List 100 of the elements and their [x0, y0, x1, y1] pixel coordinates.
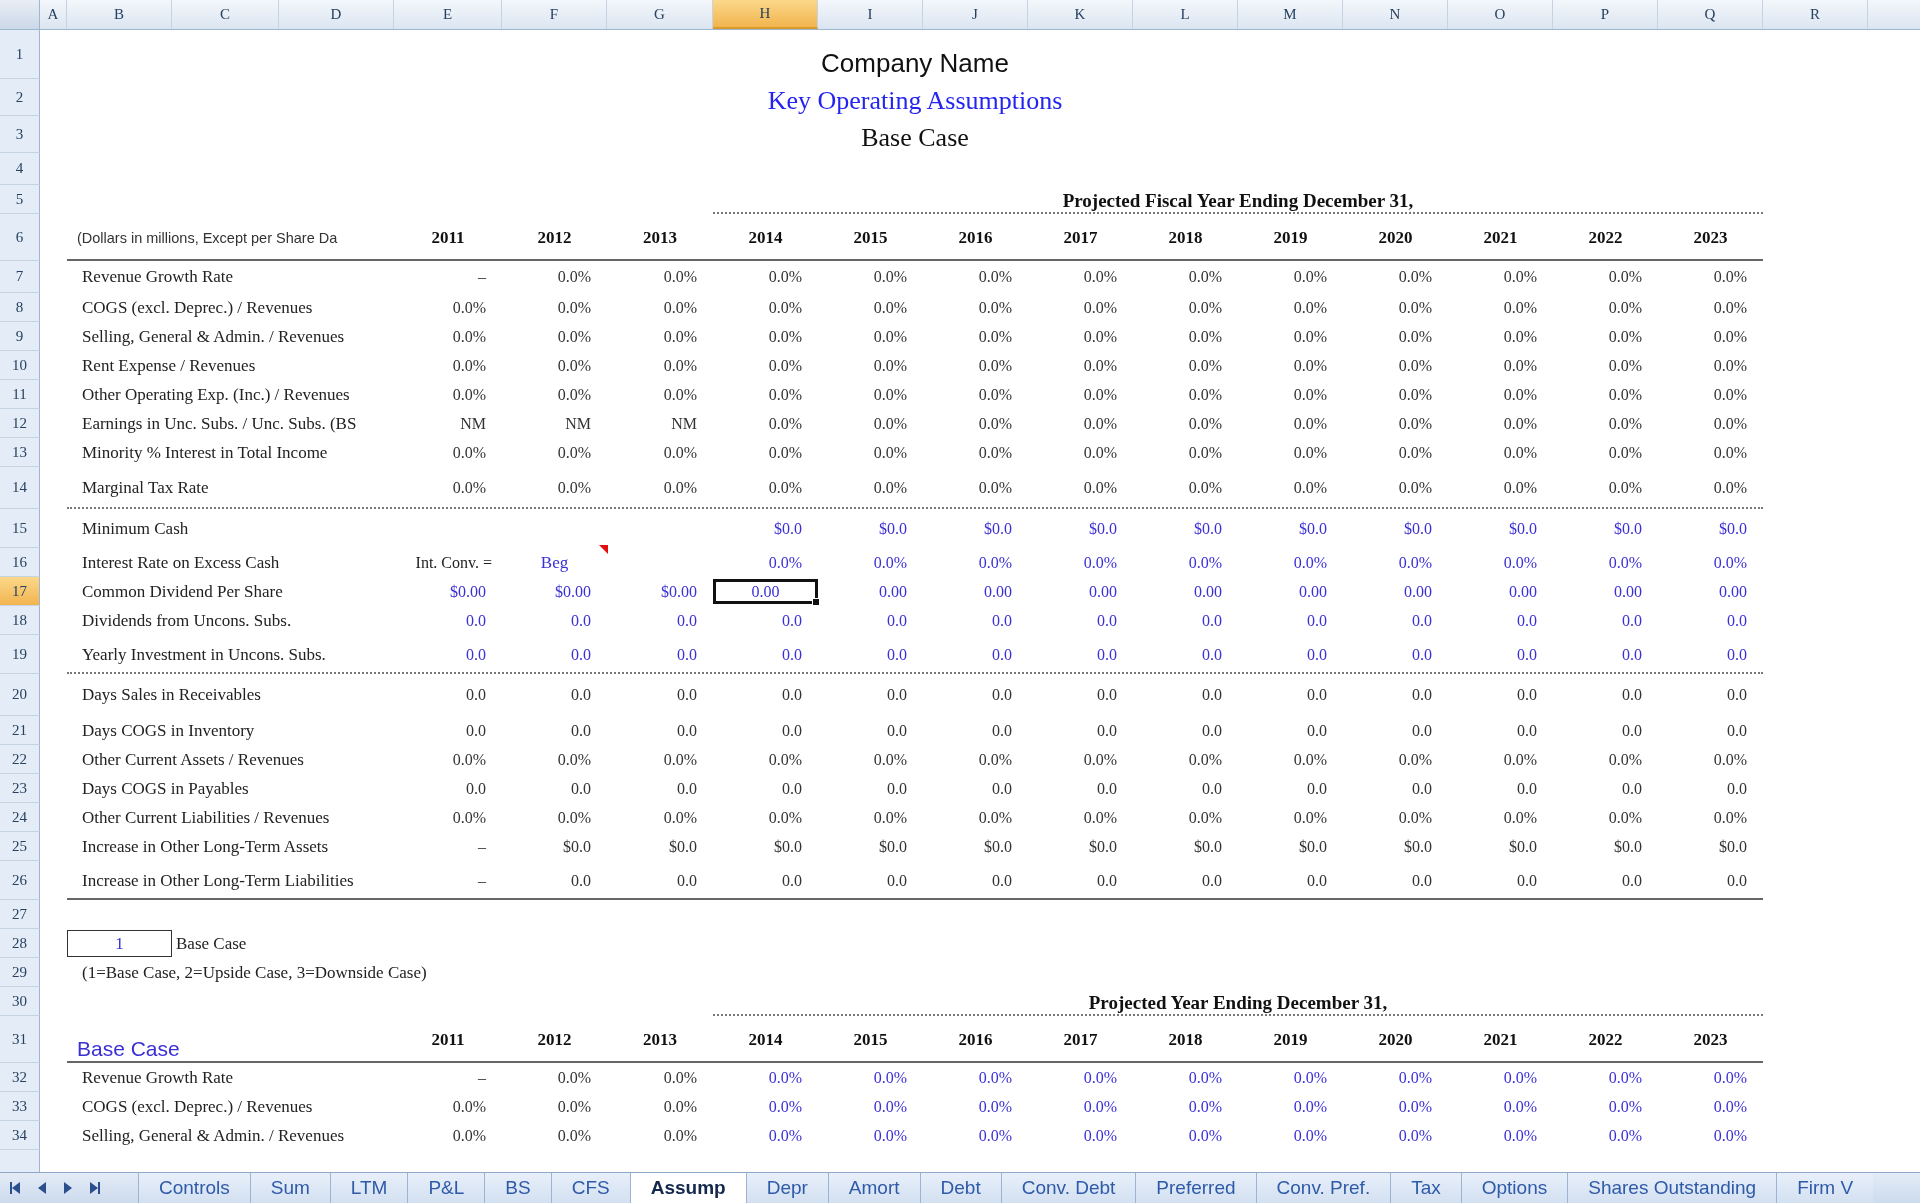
year-header: 2014: [748, 227, 783, 248]
row-header[interactable]: 1: [0, 30, 40, 79]
row-header[interactable]: 5: [0, 185, 40, 214]
row-header[interactable]: 26: [0, 861, 40, 900]
sheet-tab[interactable]: CFS: [550, 1173, 630, 1203]
row-header[interactable]: 17: [0, 577, 40, 606]
row-header[interactable]: 22: [0, 745, 40, 774]
sheet-tab[interactable]: Preferred: [1135, 1173, 1256, 1203]
table-cell-text: 0.0%: [1187, 326, 1223, 347]
row-header[interactable]: 31: [0, 1016, 40, 1063]
column-header[interactable]: B: [67, 0, 172, 29]
last-sheet-icon[interactable]: [88, 1181, 100, 1195]
row-header[interactable]: 28: [0, 929, 40, 958]
table-cell-text: 0.0: [781, 778, 803, 799]
column-header[interactable]: C: [172, 0, 279, 29]
sheet-tab[interactable]: Depr: [745, 1173, 828, 1203]
sheet-tab[interactable]: Assump: [629, 1173, 746, 1203]
table-cell-text: 0.0: [1096, 720, 1118, 741]
column-header[interactable]: I: [818, 0, 923, 29]
sheet-tab[interactable]: LTM: [329, 1173, 408, 1203]
table-cell-text: 0.0: [1411, 870, 1433, 891]
table-cell-text: 0.0%: [1292, 413, 1328, 434]
row-header[interactable]: 12: [0, 409, 40, 438]
table-cell-text: $0.0: [1613, 836, 1643, 857]
column-header[interactable]: D: [279, 0, 394, 29]
active-cell[interactable]: 0.00: [713, 579, 818, 604]
row-header[interactable]: 13: [0, 438, 40, 467]
row-header[interactable]: 33: [0, 1092, 40, 1121]
first-sheet-icon[interactable]: [10, 1181, 22, 1195]
table-cell-text: 0.0%: [1712, 1096, 1748, 1117]
column-header[interactable]: P: [1553, 0, 1658, 29]
table-cell-text: 0.0%: [1187, 1125, 1223, 1146]
table-cell-text: 0.0%: [767, 384, 803, 405]
sheet-tab[interactable]: Controls: [138, 1173, 250, 1203]
row-header[interactable]: 11: [0, 380, 40, 409]
previous-sheet-icon[interactable]: [36, 1181, 48, 1195]
sheet-tab[interactable]: Sum: [249, 1173, 330, 1203]
sheet-tab[interactable]: Amort: [827, 1173, 920, 1203]
row-header[interactable]: 4: [0, 153, 40, 185]
column-header[interactable]: H: [713, 0, 818, 29]
row-header[interactable]: 6: [0, 214, 40, 261]
units-label: (Dollars in millions, Except per Share Da: [76, 229, 339, 246]
sheet-tab[interactable]: Conv. Debt: [1000, 1173, 1136, 1203]
sheet-tab[interactable]: Options: [1460, 1173, 1568, 1203]
row-header[interactable]: 32: [0, 1063, 40, 1092]
table-cell-text: 0.0%: [1502, 749, 1538, 770]
column-header[interactable]: E: [394, 0, 502, 29]
row-header[interactable]: 2: [0, 79, 40, 116]
table-cell-text: 0.0: [1411, 778, 1433, 799]
column-header[interactable]: K: [1028, 0, 1133, 29]
column-header[interactable]: R: [1763, 0, 1868, 29]
row-header[interactable]: 20: [0, 674, 40, 716]
next-sheet-icon[interactable]: [62, 1181, 74, 1195]
column-header[interactable]: O: [1448, 0, 1553, 29]
row-header[interactable]: 3: [0, 116, 40, 153]
sheet-tab[interactable]: Debt: [919, 1173, 1001, 1203]
row-label: COGS (excl. Deprec.) / Revenues: [81, 297, 314, 318]
column-header[interactable]: L: [1133, 0, 1238, 29]
sheet-tab[interactable]: Conv. Pref.: [1255, 1173, 1391, 1203]
row-header[interactable]: 29: [0, 958, 40, 987]
row-header[interactable]: 8: [0, 293, 40, 322]
row-header[interactable]: 14: [0, 467, 40, 509]
row-label: Increase in Other Long-Term Liabilities: [81, 870, 355, 891]
row-header[interactable]: 30: [0, 987, 40, 1016]
column-header[interactable]: N: [1343, 0, 1448, 29]
row-header[interactable]: 27: [0, 900, 40, 929]
row-header[interactable]: 24: [0, 803, 40, 832]
table-cell-text: 0.0: [1306, 685, 1328, 705]
sheet-tab[interactable]: Shares Outstanding: [1567, 1173, 1777, 1203]
sheet-tab[interactable]: P&L: [407, 1173, 485, 1203]
row-header[interactable]: 10: [0, 351, 40, 380]
sheet-tab[interactable]: Tax: [1390, 1173, 1461, 1203]
year-header: 2011: [431, 227, 465, 248]
table-cell-text: 0.0: [1411, 644, 1433, 665]
column-header[interactable]: M: [1238, 0, 1343, 29]
row-header[interactable]: 19: [0, 635, 40, 674]
table-cell-text: 0.0%: [872, 807, 908, 828]
row-header[interactable]: 7: [0, 261, 40, 293]
column-header[interactable]: A: [40, 0, 67, 29]
row-header[interactable]: 21: [0, 716, 40, 745]
row-header[interactable]: 25: [0, 832, 40, 861]
table-cell-text: $0.0: [668, 836, 698, 857]
table-cell-text: 0.0%: [662, 442, 698, 463]
column-header[interactable]: Q: [1658, 0, 1763, 29]
row-header[interactable]: 9: [0, 322, 40, 351]
column-header[interactable]: F: [502, 0, 607, 29]
fill-handle[interactable]: [812, 598, 820, 606]
table-cell-text: 0.0%: [1292, 355, 1328, 376]
row-header[interactable]: 15: [0, 509, 40, 548]
row-header[interactable]: 34: [0, 1121, 40, 1150]
table-cell-text: 0.0%: [1502, 442, 1538, 463]
column-header[interactable]: J: [923, 0, 1028, 29]
case-input-field[interactable]: 1: [67, 930, 172, 957]
row-header[interactable]: 16: [0, 548, 40, 577]
row-header[interactable]: 23: [0, 774, 40, 803]
table-cell-text: 0.0%: [451, 478, 487, 498]
sheet-tab[interactable]: BS: [484, 1173, 551, 1203]
row-header[interactable]: 18: [0, 606, 40, 635]
table-cell-text: $0.0: [1403, 518, 1433, 539]
sheet-tab[interactable]: Firm V: [1776, 1173, 1874, 1203]
